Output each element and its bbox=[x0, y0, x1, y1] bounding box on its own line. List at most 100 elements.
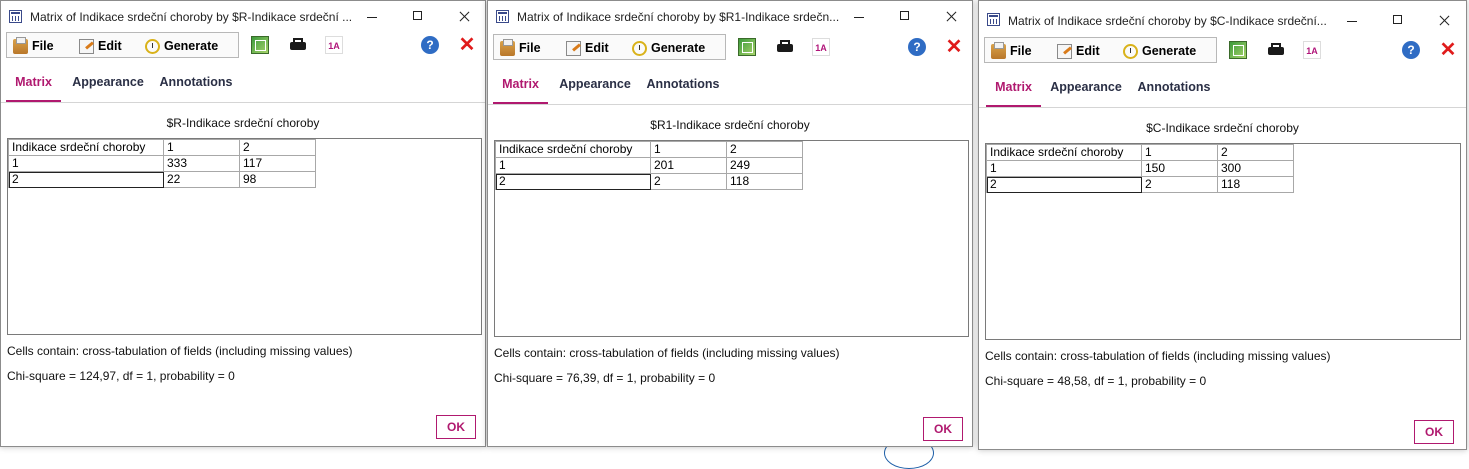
window-close-button[interactable] bbox=[928, 1, 974, 32]
ok-button[interactable]: OK bbox=[436, 415, 476, 439]
close-icon[interactable]: ✕ bbox=[945, 37, 963, 57]
help-icon[interactable]: ? bbox=[908, 38, 926, 56]
header-cell[interactable]: 2 bbox=[239, 139, 316, 156]
table-cell[interactable]: 201 bbox=[650, 157, 727, 174]
row-label-cell[interactable]: 2 bbox=[8, 171, 164, 188]
maximize-button[interactable] bbox=[395, 1, 441, 32]
file-menu-button[interactable]: File bbox=[991, 41, 1032, 60]
table-cell[interactable]: 2 bbox=[650, 173, 727, 190]
print-icon[interactable] bbox=[776, 38, 794, 56]
file-menu-button[interactable]: File bbox=[500, 38, 541, 57]
title-bar[interactable]: Matrix of Indikace srdeční choroby by $C… bbox=[979, 1, 1466, 32]
generate-menu-label: Generate bbox=[1142, 44, 1197, 58]
header-cell[interactable]: Indikace srdeční choroby bbox=[495, 141, 651, 158]
maximize-button[interactable] bbox=[1375, 5, 1421, 36]
title-bar[interactable]: Matrix of Indikace srdeční choroby by $R… bbox=[1, 1, 485, 32]
crosstab-table: Indikace srdeční choroby 1 2 1 201 249 2… bbox=[495, 141, 803, 190]
row-label-cell[interactable]: 2 bbox=[986, 176, 1142, 193]
table-cell[interactable]: 118 bbox=[1217, 176, 1294, 193]
header-cell[interactable]: 1 bbox=[650, 141, 727, 158]
help-icon[interactable]: ? bbox=[421, 36, 439, 54]
chi-square-text: Chi-square = 48,58, df = 1, probability … bbox=[985, 374, 1207, 388]
table-cell[interactable]: 98 bbox=[239, 171, 316, 188]
tab-matrix[interactable]: Matrix bbox=[6, 64, 61, 102]
export-icon[interactable] bbox=[738, 38, 756, 56]
crosstab-table: Indikace srdeční choroby 1 2 1 150 300 2… bbox=[986, 144, 1294, 193]
header-cell[interactable]: Indikace srdeční choroby bbox=[8, 139, 164, 156]
label-icon[interactable]: 1A bbox=[1303, 41, 1321, 59]
tab-appearance[interactable]: Appearance bbox=[69, 64, 147, 101]
close-icon[interactable]: ✕ bbox=[1439, 40, 1457, 60]
crosstab-table: Indikace srdeční choroby 1 2 1 333 117 2… bbox=[8, 139, 316, 188]
header-cell[interactable]: 1 bbox=[1141, 144, 1218, 161]
minimize-button[interactable] bbox=[1329, 5, 1375, 36]
header-cell[interactable]: 1 bbox=[163, 139, 240, 156]
title-bar[interactable]: Matrix of Indikace srdeční choroby by $R… bbox=[488, 1, 972, 32]
matrix-window-r: Matrix of Indikace srdeční choroby by $R… bbox=[0, 0, 486, 447]
minimize-button[interactable] bbox=[836, 1, 882, 32]
print-icon[interactable] bbox=[289, 36, 307, 54]
edit-menu-button[interactable]: Edit bbox=[1057, 42, 1100, 60]
tab-appearance[interactable]: Appearance bbox=[556, 66, 634, 103]
file-menu-label: File bbox=[519, 41, 541, 55]
row-label-cell[interactable]: 1 bbox=[8, 155, 164, 172]
table-cell[interactable]: 300 bbox=[1217, 160, 1294, 177]
close-icon[interactable]: ✕ bbox=[458, 35, 476, 55]
export-icon[interactable] bbox=[1229, 41, 1247, 59]
matrix-grid[interactable]: Indikace srdeční choroby 1 2 1 333 117 2… bbox=[7, 138, 482, 335]
table-cell[interactable]: 118 bbox=[726, 173, 803, 190]
table-row: 2 22 98 bbox=[8, 171, 316, 188]
row-label-cell[interactable]: 1 bbox=[986, 160, 1142, 177]
generate-icon bbox=[632, 40, 647, 56]
table-row: 2 2 118 bbox=[986, 176, 1294, 193]
print-icon[interactable] bbox=[1267, 41, 1285, 59]
matrix-title: $R-Indikace srdeční choroby bbox=[166, 116, 320, 130]
table-cell[interactable]: 249 bbox=[726, 157, 803, 174]
tab-matrix[interactable]: Matrix bbox=[493, 66, 548, 104]
chi-square-text: Chi-square = 124,97, df = 1, probability… bbox=[7, 369, 235, 383]
window-close-button[interactable] bbox=[1421, 5, 1467, 36]
matrix-grid[interactable]: Indikace srdeční choroby 1 2 1 150 300 2… bbox=[985, 143, 1461, 340]
header-cell[interactable]: 2 bbox=[1217, 144, 1294, 161]
table-row: 1 150 300 bbox=[986, 160, 1294, 177]
edit-menu-button[interactable]: Edit bbox=[566, 39, 609, 57]
table-cell[interactable]: 333 bbox=[163, 155, 240, 172]
maximize-button[interactable] bbox=[882, 1, 928, 32]
table-cell[interactable]: 2 bbox=[1141, 176, 1218, 193]
cells-info-text: Cells contain: cross-tabulation of field… bbox=[7, 344, 353, 358]
row-label-cell[interactable]: 1 bbox=[495, 157, 651, 174]
matrix-window-r1: Matrix of Indikace srdeční choroby by $R… bbox=[487, 0, 973, 447]
matrix-grid[interactable]: Indikace srdeční choroby 1 2 1 201 249 2… bbox=[494, 140, 969, 337]
tab-matrix[interactable]: Matrix bbox=[986, 69, 1041, 107]
window-title: Matrix of Indikace srdeční choroby by $C… bbox=[1008, 14, 1327, 28]
export-icon[interactable] bbox=[251, 36, 269, 54]
tab-appearance[interactable]: Appearance bbox=[1047, 69, 1125, 106]
label-icon[interactable]: 1A bbox=[325, 36, 343, 54]
table-cell[interactable]: 117 bbox=[239, 155, 316, 172]
generate-menu-button[interactable]: Generate bbox=[1123, 42, 1196, 60]
edit-menu-label: Edit bbox=[585, 41, 609, 55]
file-menu-button[interactable]: File bbox=[13, 36, 54, 55]
generate-menu-button[interactable]: Generate bbox=[145, 37, 218, 55]
cells-info-text: Cells contain: cross-tabulation of field… bbox=[985, 349, 1331, 363]
tab-annotations[interactable]: Annotations bbox=[644, 66, 722, 103]
generate-menu-label: Generate bbox=[164, 39, 219, 53]
label-icon[interactable]: 1A bbox=[812, 38, 830, 56]
window-title: Matrix of Indikace srdeční choroby by $R… bbox=[517, 10, 840, 24]
window-close-button[interactable] bbox=[441, 1, 487, 32]
tab-annotations[interactable]: Annotations bbox=[1135, 69, 1213, 106]
table-cell[interactable]: 22 bbox=[163, 171, 240, 188]
minimize-button[interactable] bbox=[349, 1, 395, 32]
ok-button[interactable]: OK bbox=[1414, 420, 1454, 444]
generate-menu-button[interactable]: Generate bbox=[632, 39, 705, 57]
header-cell[interactable]: Indikace srdeční choroby bbox=[986, 144, 1142, 161]
app-window-icon bbox=[987, 13, 1000, 26]
help-icon[interactable]: ? bbox=[1402, 41, 1420, 59]
ok-button[interactable]: OK bbox=[923, 417, 963, 441]
tab-annotations[interactable]: Annotations bbox=[157, 64, 235, 101]
edit-menu-button[interactable]: Edit bbox=[79, 37, 122, 55]
row-label-cell[interactable]: 2 bbox=[495, 173, 651, 190]
table-cell[interactable]: 150 bbox=[1141, 160, 1218, 177]
menu-group: File Edit Generate bbox=[984, 37, 1217, 63]
header-cell[interactable]: 2 bbox=[726, 141, 803, 158]
